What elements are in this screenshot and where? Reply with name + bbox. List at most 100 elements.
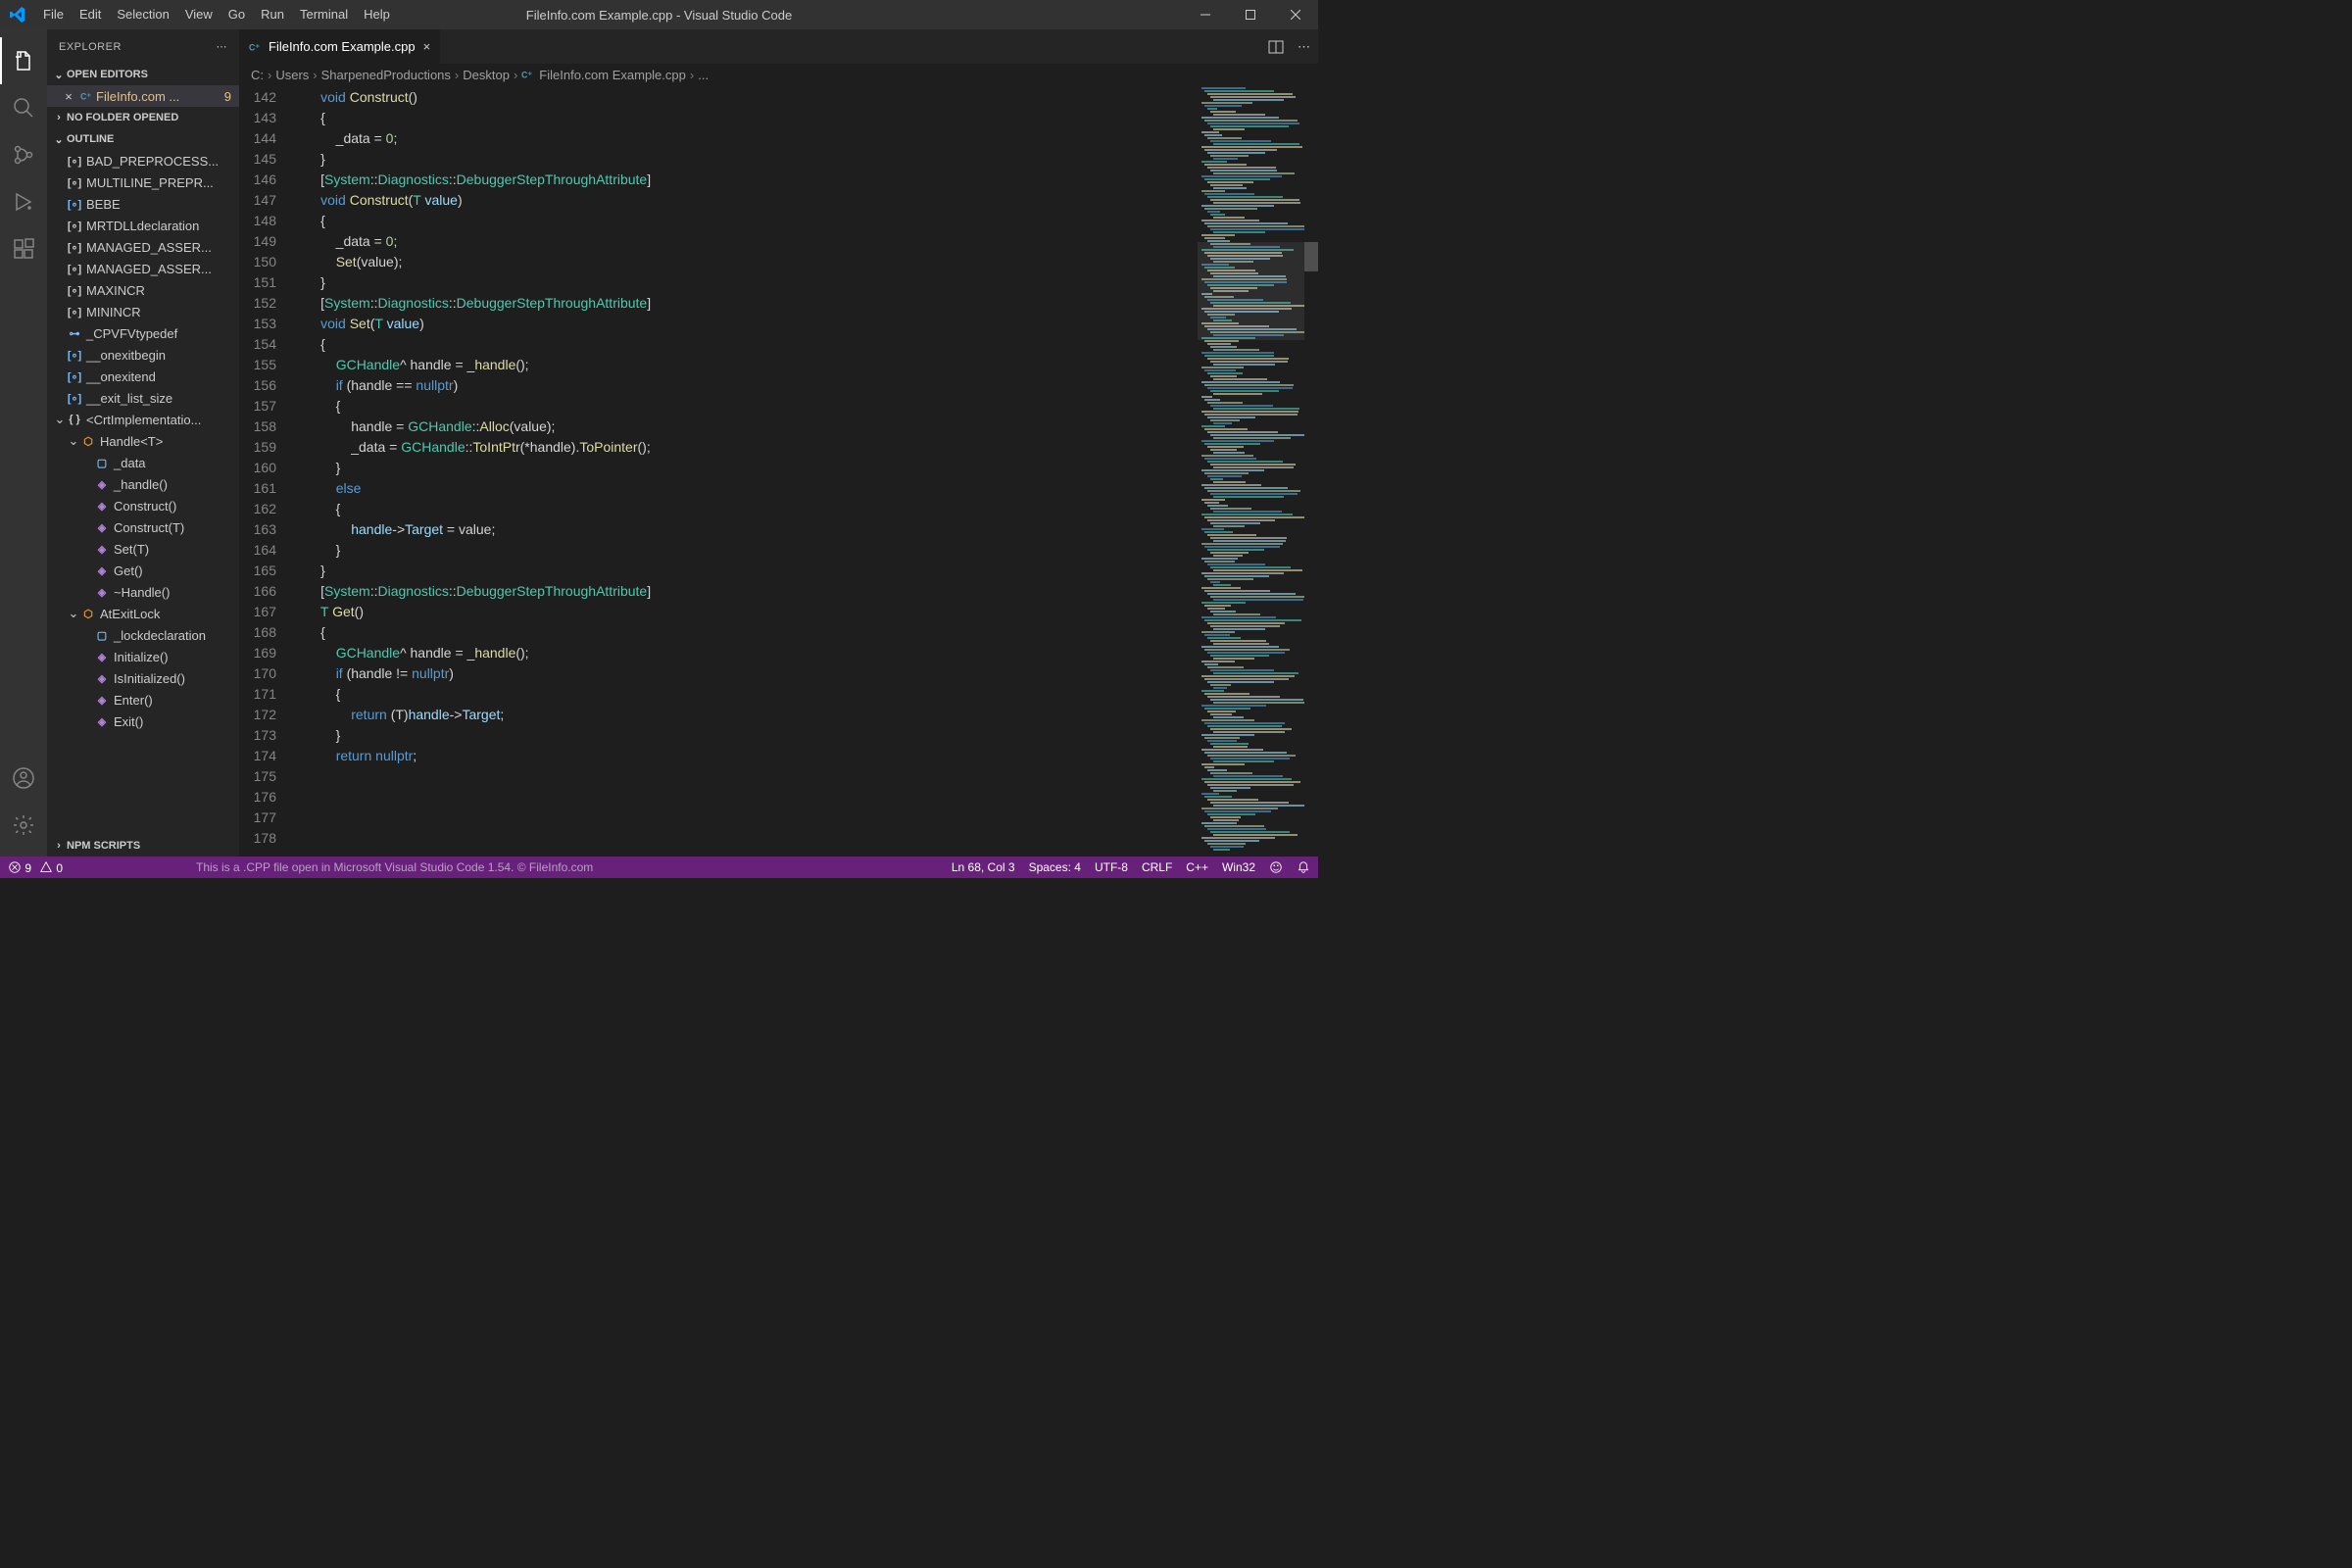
editor-tab[interactable]: C⁺ FileInfo.com Example.cpp × — [239, 29, 441, 64]
menu-file[interactable]: File — [35, 0, 72, 29]
menu-go[interactable]: Go — [220, 0, 253, 29]
close-icon[interactable]: × — [59, 89, 78, 104]
outline-item[interactable]: ◈_handle() — [47, 473, 239, 495]
outline-item[interactable]: ⊶_CPVFVtypedef — [47, 322, 239, 344]
variable-icon: [∘] — [67, 390, 82, 406]
more-icon[interactable]: ⋯ — [217, 40, 228, 53]
constant-icon: [∘] — [67, 174, 82, 190]
constant-icon: [∘] — [67, 239, 82, 255]
outline-item[interactable]: [∘]MANAGED_ASSER... — [47, 236, 239, 258]
outline-item[interactable]: ◈Enter() — [47, 689, 239, 710]
feedback-icon[interactable] — [1269, 860, 1283, 874]
menu-help[interactable]: Help — [356, 0, 398, 29]
outline-item[interactable]: ◈Construct() — [47, 495, 239, 516]
settings-icon[interactable] — [0, 802, 47, 849]
outline-item[interactable]: ▢_data — [47, 452, 239, 473]
minimap-viewport[interactable] — [1198, 242, 1304, 340]
outline-item[interactable]: [∘]MAXINCR — [47, 279, 239, 301]
split-editor-icon[interactable] — [1268, 39, 1284, 55]
outline-label: _handle() — [114, 477, 168, 492]
outline-item[interactable]: ◈Initialize() — [47, 646, 239, 667]
close-icon[interactable]: × — [423, 39, 431, 54]
breadcrumb-item[interactable]: Users — [275, 68, 309, 82]
outline-item[interactable]: [∘] __exit_list_size — [47, 387, 239, 409]
close-button[interactable] — [1273, 0, 1318, 29]
warnings-status[interactable]: 0 — [39, 860, 63, 875]
run-debug-icon[interactable] — [0, 178, 47, 225]
method-icon: ◈ — [94, 541, 110, 557]
outline-item[interactable]: [∘]MININCR — [47, 301, 239, 322]
menu-edit[interactable]: Edit — [72, 0, 109, 29]
source-control-icon[interactable] — [0, 131, 47, 178]
indentation-status[interactable]: Spaces: 4 — [1029, 860, 1081, 874]
outline-item[interactable]: [∘]__onexitbegin — [47, 344, 239, 366]
outline-item[interactable]: ◈IsInitialized() — [47, 667, 239, 689]
breadcrumbs[interactable]: C:›Users›SharpenedProductions›Desktop›C⁺… — [239, 64, 1318, 85]
menu-run[interactable]: Run — [253, 0, 292, 29]
field-icon: ▢ — [94, 455, 110, 470]
encoding-status[interactable]: UTF-8 — [1095, 860, 1128, 874]
outline-item[interactable]: ◈Exit() — [47, 710, 239, 732]
language-status[interactable]: C++ — [1186, 860, 1208, 874]
outline-item[interactable]: ◈Get() — [47, 560, 239, 581]
window-controls — [1183, 0, 1318, 29]
outline-item[interactable]: ⌄⬡Handle<T> — [47, 430, 239, 452]
no-folder-header[interactable]: › NO FOLDER OPENED — [47, 107, 239, 128]
menu-terminal[interactable]: Terminal — [292, 0, 356, 29]
scrollbar-thumb[interactable] — [1304, 242, 1318, 271]
npm-scripts-header[interactable]: › NPM SCRIPTS — [47, 835, 239, 857]
outline-header[interactable]: ⌄ OUTLINE — [47, 128, 239, 150]
breadcrumb-item[interactable]: ... — [698, 68, 709, 82]
search-icon[interactable] — [0, 84, 47, 131]
main-area: EXPLORER ⋯ ⌄ OPEN EDITORS × C⁺ FileInfo.… — [0, 29, 1318, 857]
outline-item[interactable]: [∘]MANAGED_ASSER... — [47, 258, 239, 279]
code-area[interactable]: 1421431441451461471481491501511521531541… — [239, 85, 1318, 857]
outline-label: ~Handle() — [114, 585, 170, 600]
outline-item[interactable]: [∘]MRTDLLdeclaration — [47, 215, 239, 236]
accounts-icon[interactable] — [0, 755, 47, 802]
breadcrumb-item[interactable]: Desktop — [463, 68, 510, 82]
outline-item[interactable]: [∘]BEBE — [47, 193, 239, 215]
open-editor-file[interactable]: × C⁺ FileInfo.com ... 9 — [47, 85, 239, 107]
outline-label: __onexitend — [86, 369, 156, 384]
outline-label: __exit_list_size — [86, 391, 172, 406]
outline-label: MININCR — [86, 305, 141, 319]
outline-label: Set(T) — [114, 542, 149, 557]
open-editors-header[interactable]: ⌄ OPEN EDITORS — [47, 64, 239, 85]
menu-selection[interactable]: Selection — [109, 0, 176, 29]
scrollbar[interactable] — [1304, 85, 1318, 857]
code-content[interactable]: void Construct() { _data = 0; } [System:… — [290, 85, 1197, 857]
eol-status[interactable]: CRLF — [1142, 860, 1172, 874]
outline-item[interactable]: [∘]__onexitend — [47, 366, 239, 387]
method-icon: ◈ — [94, 498, 110, 514]
breadcrumb-item[interactable]: SharpenedProductions — [321, 68, 451, 82]
outline-item[interactable]: ◈ Set(T) — [47, 538, 239, 560]
notifications-icon[interactable] — [1297, 860, 1310, 874]
outline-item[interactable]: [∘]MULTILINE_PREPR... — [47, 172, 239, 193]
constant-icon: [∘] — [67, 153, 82, 169]
outline-item[interactable]: ⌄{ }<CrtImplementatio... — [47, 409, 239, 430]
breadcrumb-item[interactable]: C: — [251, 68, 264, 82]
menu-view[interactable]: View — [177, 0, 220, 29]
outline-label: MAXINCR — [86, 283, 145, 298]
variable-icon: [∘] — [67, 196, 82, 212]
platform-status[interactable]: Win32 — [1222, 860, 1255, 874]
extensions-icon[interactable] — [0, 225, 47, 272]
maximize-button[interactable] — [1228, 0, 1273, 29]
outline-item[interactable]: ◈Construct(T) — [47, 516, 239, 538]
cursor-position[interactable]: Ln 68, Col 3 — [952, 860, 1015, 874]
breadcrumb-separator: › — [690, 68, 694, 82]
more-icon[interactable]: ⋯ — [1298, 39, 1310, 55]
errors-status[interactable]: 9 — [8, 860, 31, 875]
outline-detail: typedef — [136, 326, 178, 341]
outline-item[interactable]: ▢_lockdeclaration — [47, 624, 239, 646]
minimize-button[interactable] — [1183, 0, 1228, 29]
outline-item[interactable]: [∘]BAD_PREPROCESS... — [47, 150, 239, 172]
minimap[interactable] — [1197, 85, 1318, 857]
outline-label: MANAGED_ASSER... — [86, 262, 212, 276]
outline-item[interactable]: ⌄⬡AtExitLock — [47, 603, 239, 624]
breadcrumb-item[interactable]: C⁺FileInfo.com Example.cpp — [521, 68, 686, 82]
outline-item[interactable]: ◈~Handle() — [47, 581, 239, 603]
chevron-down-icon: ⌄ — [67, 606, 80, 621]
explorer-icon[interactable] — [0, 37, 47, 84]
